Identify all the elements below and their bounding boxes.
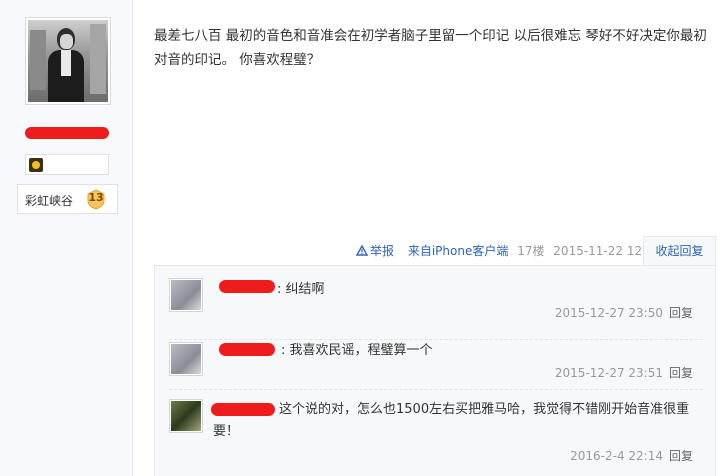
author-sidebar: 彩虹峡谷 13 <box>0 0 133 476</box>
reply-author-redacted[interactable] <box>219 280 275 293</box>
reply-time: 2015-12-27 23:50 <box>554 306 663 320</box>
reply-time: 2016-2-4 22:14 <box>570 449 663 463</box>
level-badge-icon[interactable] <box>29 158 43 172</box>
reply-button[interactable]: 回复 <box>669 366 693 380</box>
reply-meta: 2015-12-27 23:50 回复 <box>555 304 693 321</box>
post-tail: 举报 来自iPhone客户端 17楼 2015-11-22 12:44 <box>356 242 666 258</box>
post-source[interactable]: 来自iPhone客户端 <box>408 244 509 258</box>
forum-badge[interactable]: 彩虹峡谷 13 <box>17 184 118 214</box>
forum-level-number: 13 <box>88 191 104 204</box>
reply-meta: 2015-12-27 23:51 回复 <box>555 364 693 381</box>
reply-item: : 我喜欢民谣，程璧算一个 2015-12-27 23:51 回复 <box>169 340 703 390</box>
replies-panel: : 纠结啊 2015-12-27 23:50 回复 : 我喜欢民谣，程璧算一个 2… <box>154 265 716 476</box>
reply-avatar[interactable] <box>169 278 203 312</box>
reply-avatar[interactable] <box>169 399 203 433</box>
reply-button[interactable]: 回复 <box>669 449 693 463</box>
report-link[interactable]: 举报 <box>356 244 403 258</box>
post-floor: 17楼 <box>517 244 545 258</box>
report-label: 举报 <box>370 244 395 258</box>
author-name-redacted[interactable] <box>25 127 109 139</box>
reply-meta: 2016-2-4 22:14 回复 <box>570 447 693 464</box>
reply-text: 这个说的对，怎么也1500左右买把雅马哈，我觉得不错刚开始音准很重要！ <box>213 402 690 439</box>
reply-button[interactable]: 回复 <box>669 306 693 320</box>
reply-time: 2015-12-27 23:51 <box>554 366 663 380</box>
reply-text: : 纠结啊 <box>277 282 325 297</box>
reply-text: : 我喜欢民谣，程璧算一个 <box>281 343 433 358</box>
post-content: 最差七八百 最初的音色和音准会在初学者脑子里留一个印记 以后很难忘 琴好不好决定… <box>154 28 707 68</box>
report-icon <box>356 245 368 256</box>
reply-item: 这个说的对，怎么也1500左右买把雅马哈，我觉得不错刚开始音准很重要！ 2016… <box>169 399 703 476</box>
forum-name: 彩虹峡谷 <box>25 194 74 208</box>
forum-level-icon: 13 <box>85 188 107 210</box>
reply-author-redacted[interactable] <box>219 343 275 356</box>
reply-avatar[interactable] <box>169 342 203 376</box>
collapse-replies-button[interactable]: 收起回复 <box>643 236 716 266</box>
avatar-photo <box>28 20 108 102</box>
avatar[interactable] <box>25 17 111 105</box>
author-level-row <box>25 154 109 175</box>
reply-item: : 纠结啊 2015-12-27 23:50 回复 <box>169 278 703 340</box>
